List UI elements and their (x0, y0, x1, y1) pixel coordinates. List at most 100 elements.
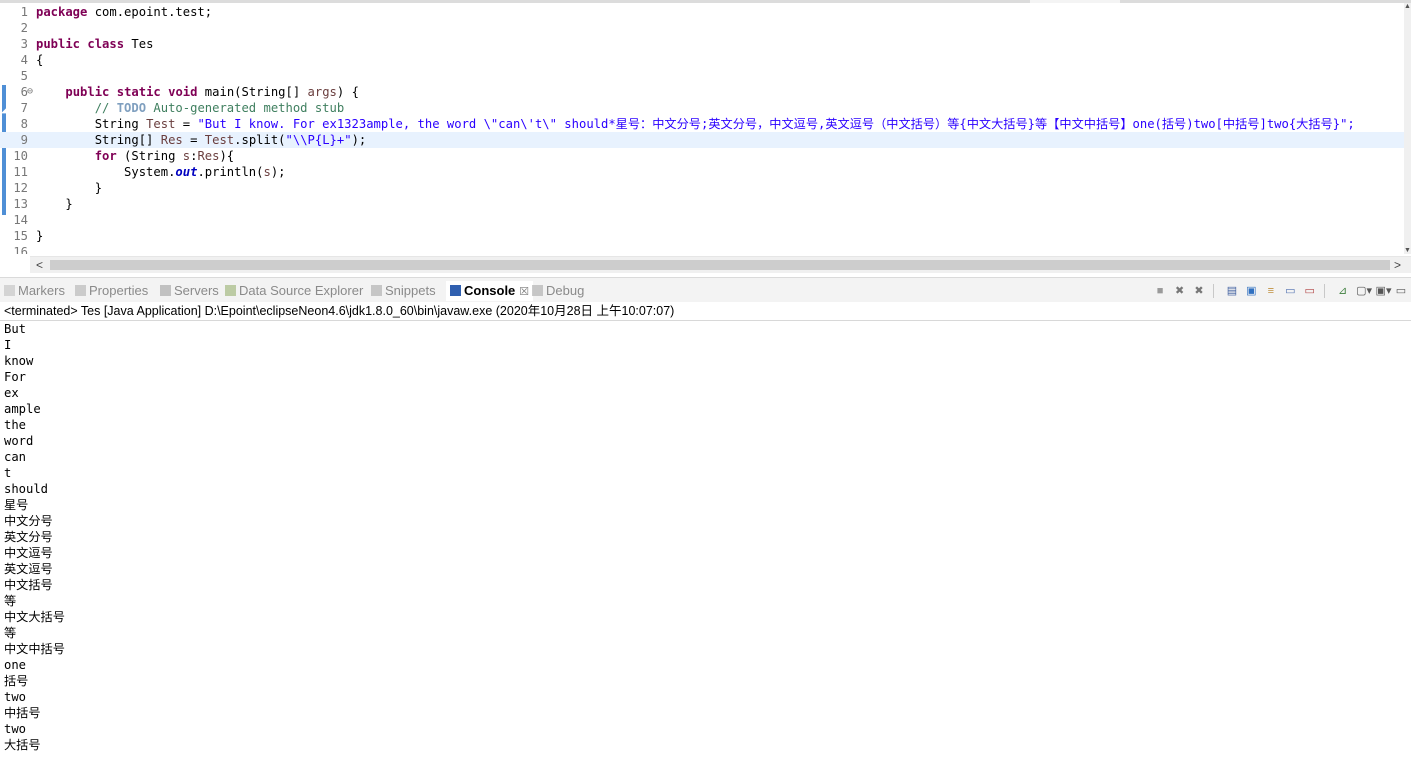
tab-label: Debug (546, 283, 585, 298)
line-number: 10 (13, 149, 28, 163)
pin-console-icon[interactable]: ⊿ (1337, 285, 1349, 297)
scroll-up-icon[interactable]: ▲ (1404, 3, 1411, 10)
tab-markers[interactable]: Markers (4, 282, 65, 300)
editor-horizontal-scrollbar[interactable]: < > (30, 256, 1411, 273)
data-source-explorer-icon (225, 285, 236, 296)
console-output-line: one (4, 658, 27, 672)
console-output-line: 英文逗号 (4, 562, 53, 576)
code-line[interactable]: ◢ 7 // TODO Auto-generated method stub (0, 100, 1404, 116)
tab-label: Markers (18, 283, 65, 298)
console-output-line: two (4, 722, 27, 736)
tab-servers[interactable]: Servers (160, 282, 219, 300)
tab-debug[interactable]: Debug (532, 282, 584, 300)
line-number: 12 (13, 181, 28, 195)
clear-console-icon[interactable]: ▤ (1226, 285, 1238, 297)
code-text: } (36, 229, 44, 243)
line-number: 5 (20, 69, 28, 83)
code-text: String Test = "But I know. For ex1323amp… (36, 117, 1355, 131)
properties-icon (75, 285, 86, 296)
line-number: 9 (20, 133, 28, 147)
code-line[interactable]: 5 (0, 68, 1404, 84)
line-number: 4 (20, 53, 28, 67)
remove-launch-icon[interactable]: ✖ (1174, 285, 1186, 297)
console-output-line: t (4, 466, 12, 480)
console-launch-info: <terminated> Tes [Java Application] D:\E… (0, 302, 1411, 321)
tab-snippets[interactable]: Snippets (371, 282, 436, 300)
console-output-line: For (4, 370, 27, 384)
code-line[interactable]: 13 } (0, 196, 1404, 212)
console-output-line: can (4, 450, 27, 464)
code-line[interactable]: 10 for (String s:Res){ (0, 148, 1404, 164)
console-output-line: ex (4, 386, 19, 400)
code-line[interactable]: 4{ (0, 52, 1404, 68)
code-line[interactable]: 9 String[] Res = Test.split("\\P{L}+"); (0, 132, 1404, 148)
console-output-line: the (4, 418, 27, 432)
console-toolbar: ■ ✖ ✖ ▤ ▣ ≡ ▭ ▭ ⊿ ▢▾ ▣▾ ▭ (1151, 282, 1407, 300)
tab-console[interactable]: Console ☒ (446, 281, 534, 301)
editor-tab-strip (0, 0, 1411, 3)
scrollbar-thumb[interactable] (50, 260, 1390, 270)
code-line[interactable]: 2 (0, 20, 1404, 36)
code-editor[interactable]: 1 package com.epoint.test; 2 3 public class … (0, 0, 1411, 276)
code-text: } (36, 197, 73, 211)
code-text: public static void main(String[] args) { (65, 85, 359, 99)
code-text: String[] Res = Test.split("\\P{L}+"); (36, 133, 367, 147)
code-line[interactable]: 16 (0, 244, 1404, 254)
show-stderr-icon[interactable]: ▭ (1304, 285, 1316, 297)
code-line[interactable]: 1 package com.epoint.test; (0, 4, 1404, 20)
console-output-line: I (4, 338, 12, 352)
console-output-line: 等 (4, 626, 17, 640)
code-text: for (String s:Res){ (94, 149, 235, 163)
console-output-line: ample (4, 402, 41, 416)
console-output[interactable]: But Iknow For ex ample the word can t should 星号 中文分… (4, 321, 1404, 759)
views-tab-bar: Markers Properties Servers Data Source Expl… (0, 277, 1411, 303)
debug-icon (532, 285, 543, 296)
code-line[interactable]: 15} (0, 228, 1404, 244)
code-line[interactable]: 12 } (0, 180, 1404, 196)
console-icon (450, 285, 461, 296)
servers-icon (160, 285, 171, 296)
code-line[interactable]: 14 (0, 212, 1404, 228)
minimize-icon[interactable]: ▭ (1395, 285, 1407, 297)
tab-label: Servers (174, 283, 219, 298)
console-output-line: 中文中括号 (4, 642, 65, 656)
console-output-line: 中文逗号 (4, 546, 53, 560)
remove-all-terminated-icon[interactable]: ✖ (1193, 285, 1205, 297)
tab-label: Console (464, 283, 516, 298)
code-text: { (36, 53, 44, 67)
tab-data-source-explorer[interactable]: Data Source Explorer (225, 282, 363, 300)
code-text: package com.epoint.test; (36, 5, 213, 19)
editor-vertical-scrollbar[interactable]: ▲ ▼ (1404, 3, 1411, 254)
console-output-line: 中括号 (4, 706, 41, 720)
line-number: 1 (20, 5, 28, 19)
line-number: 3 (20, 37, 28, 51)
console-output-line: But (4, 322, 27, 336)
console-output-line: 等 (4, 594, 17, 608)
scroll-down-icon[interactable]: ▼ (1404, 247, 1411, 254)
close-icon[interactable]: ☒ (519, 286, 529, 298)
console-output-line: know (4, 354, 34, 368)
code-line[interactable]: 11 System.out.println(s); (0, 164, 1404, 180)
display-console-icon[interactable]: ▢▾ (1356, 285, 1372, 297)
code-text: } (36, 181, 103, 195)
code-line[interactable]: 6 ⊖ public static void main(String[] args… (0, 84, 1404, 100)
scroll-right-icon[interactable]: > (1394, 257, 1401, 273)
code-text: System.out.println(s); (36, 165, 286, 179)
code-line[interactable]: 3 public class Tes (0, 36, 1404, 52)
scroll-left-icon[interactable]: < (36, 257, 43, 273)
console-output-line: 中文分号 (4, 514, 53, 528)
tab-properties[interactable]: Properties (75, 282, 148, 300)
open-console-icon[interactable]: ▣▾ (1376, 285, 1392, 297)
scroll-lock-icon[interactable]: ▣ (1245, 285, 1257, 297)
terminate-icon[interactable]: ■ (1154, 285, 1166, 297)
collapse-icon[interactable]: ⊖ (27, 84, 33, 100)
code-lines[interactable]: 1 package com.epoint.test; 2 3 public class … (0, 4, 1404, 254)
console-output-line: 中文括号 (4, 578, 53, 592)
code-line[interactable]: 8 String Test = "But I know. For ex1323a… (0, 116, 1404, 132)
tab-label: Data Source Explorer (239, 283, 364, 298)
line-number: 2 (20, 21, 28, 35)
word-wrap-icon[interactable]: ≡ (1265, 285, 1277, 297)
console-output-line: 星号 (4, 498, 29, 512)
show-stdout-icon[interactable]: ▭ (1284, 285, 1296, 297)
tab-label: Snippets (385, 283, 436, 298)
